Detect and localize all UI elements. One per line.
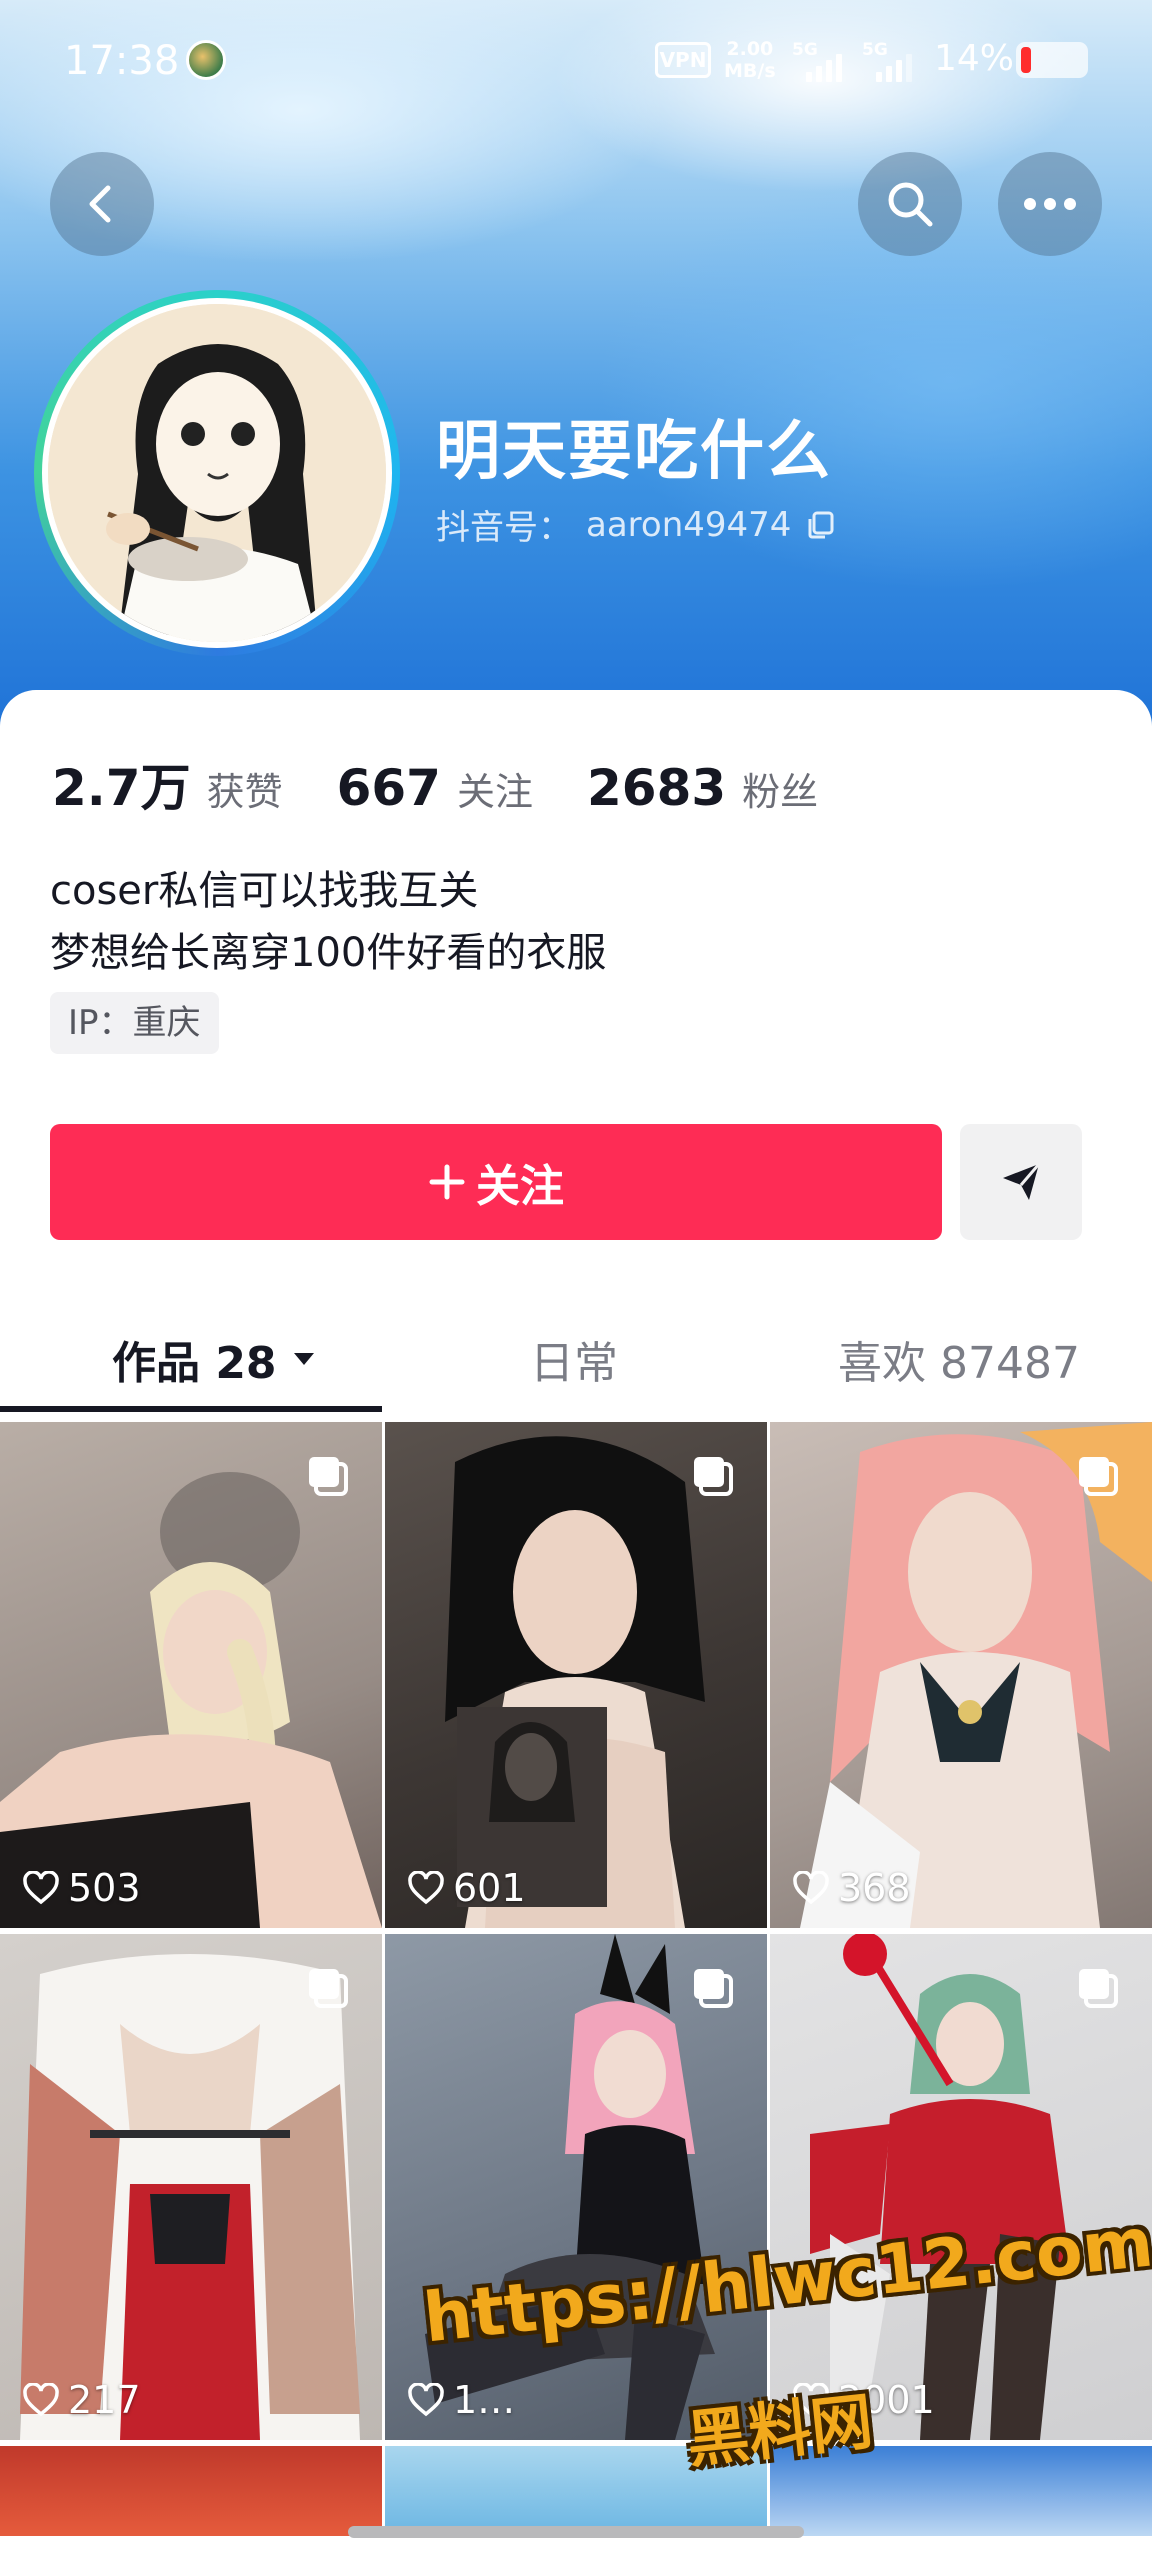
like-count-value: 1…	[453, 2378, 516, 2422]
ip-location-tag: IP：重庆	[50, 992, 219, 1054]
tab-works[interactable]: 作品 28	[112, 1304, 319, 1414]
like-count: 217	[22, 2378, 141, 2422]
like-count-value: 601	[453, 1866, 526, 1910]
like-count-value: 217	[68, 2378, 141, 2422]
douyin-id-value: aaron49474	[586, 504, 792, 545]
like-count: 1…	[407, 2378, 515, 2422]
more-icon	[1024, 198, 1076, 210]
video-thumbnail[interactable]: 368	[770, 1422, 1152, 1928]
send-message-button[interactable]	[960, 1124, 1082, 1240]
multi-image-icon	[309, 1969, 348, 2008]
heart-icon	[23, 2383, 59, 2417]
follow-button-label: 关注	[476, 1161, 564, 1212]
douyin-id-label: 抖音号：	[436, 508, 572, 548]
video-thumbnail[interactable]: 1…	[385, 1934, 767, 2440]
stat-followers[interactable]: 2683 粉丝	[587, 759, 818, 817]
stat-followers-label: 粉丝	[742, 770, 819, 814]
profile-tabs: 作品 28 日常 喜欢 87487	[0, 1304, 1152, 1414]
multi-image-icon	[1079, 1457, 1118, 1496]
network-speed-value: 2.00	[726, 38, 774, 60]
like-count: 503	[22, 1866, 141, 1910]
search-button[interactable]	[858, 152, 962, 256]
active-tab-indicator	[0, 1406, 382, 1412]
heart-icon	[408, 2383, 444, 2417]
like-count-value: 503	[68, 1866, 141, 1910]
status-time: 17:38	[64, 38, 180, 84]
video-thumbnail[interactable]: 503	[0, 1422, 382, 1928]
video-thumbnail[interactable]: 2001	[770, 1934, 1152, 2440]
status-app-icon	[186, 40, 226, 80]
profile-stats: 2.7万 获赞 667 关注 2683 粉丝	[52, 748, 872, 820]
plus-icon	[429, 1164, 465, 1200]
multi-image-icon	[309, 1457, 348, 1496]
battery-percent: 14%	[934, 38, 1015, 79]
multi-image-icon	[694, 1457, 733, 1496]
like-count: 601	[407, 1866, 526, 1910]
like-count: 368	[792, 1866, 911, 1910]
stat-likes-label: 获赞	[206, 770, 283, 814]
profile-bio: coser私信可以找我互关 梦想给长离穿100件好看的衣服	[50, 860, 606, 984]
tab-likes-label: 喜欢 87487	[838, 1338, 1080, 1389]
vpn-indicator: VPN	[655, 42, 711, 78]
caret-down-icon	[293, 1353, 314, 1365]
bio-line-2: 梦想给长离穿100件好看的衣服	[50, 930, 607, 976]
stat-following[interactable]: 667 关注	[337, 759, 533, 817]
tab-works-label: 作品 28	[112, 1338, 277, 1389]
network-speed-unit: MB/s	[724, 60, 776, 82]
battery-icon	[1016, 42, 1088, 78]
avatar[interactable]	[34, 290, 400, 656]
profile-name: 明天要吃什么	[436, 415, 832, 489]
video-thumbnail[interactable]: 217	[0, 1934, 382, 2440]
avatar-image	[48, 304, 386, 642]
follow-button[interactable]: 关注	[50, 1124, 942, 1240]
heart-icon	[23, 1871, 59, 1905]
tab-likes[interactable]: 喜欢 87487	[838, 1304, 1080, 1414]
back-button[interactable]	[50, 152, 154, 256]
multi-image-icon	[694, 1969, 733, 2008]
bio-line-1: coser私信可以找我互关	[50, 868, 479, 914]
stat-likes-value: 2.7万	[52, 759, 191, 817]
heart-icon	[408, 1871, 444, 1905]
like-count-value: 368	[838, 1866, 911, 1910]
video-thumbnail[interactable]: 601	[385, 1422, 767, 1928]
search-icon	[888, 182, 933, 227]
chevron-left-icon	[89, 185, 111, 223]
signal-icon-sim2: 5G	[862, 40, 926, 82]
douyin-id-row[interactable]: 抖音号： aaron49474	[436, 500, 835, 549]
stat-likes[interactable]: 2.7万 获赞	[52, 748, 283, 820]
home-indicator[interactable]	[348, 2526, 804, 2538]
stat-followers-value: 2683	[586, 759, 727, 817]
stat-following-label: 关注	[456, 770, 533, 814]
stat-following-value: 667	[336, 759, 441, 817]
tab-daily[interactable]: 日常	[530, 1304, 618, 1414]
multi-image-icon	[1079, 1969, 1118, 2008]
more-button[interactable]	[998, 152, 1102, 256]
copy-icon[interactable]	[805, 510, 835, 540]
heart-icon	[793, 1871, 829, 1905]
send-icon	[1003, 1163, 1041, 1200]
network-speed: 2.00 MB/s	[724, 38, 776, 82]
tab-daily-label: 日常	[530, 1338, 618, 1389]
signal-icon-sim1: 5G	[792, 40, 856, 82]
video-thumbnail[interactable]	[0, 2446, 382, 2536]
status-bar: 17:38 VPN 2.00 MB/s 5G 5G 14%	[0, 0, 1152, 120]
